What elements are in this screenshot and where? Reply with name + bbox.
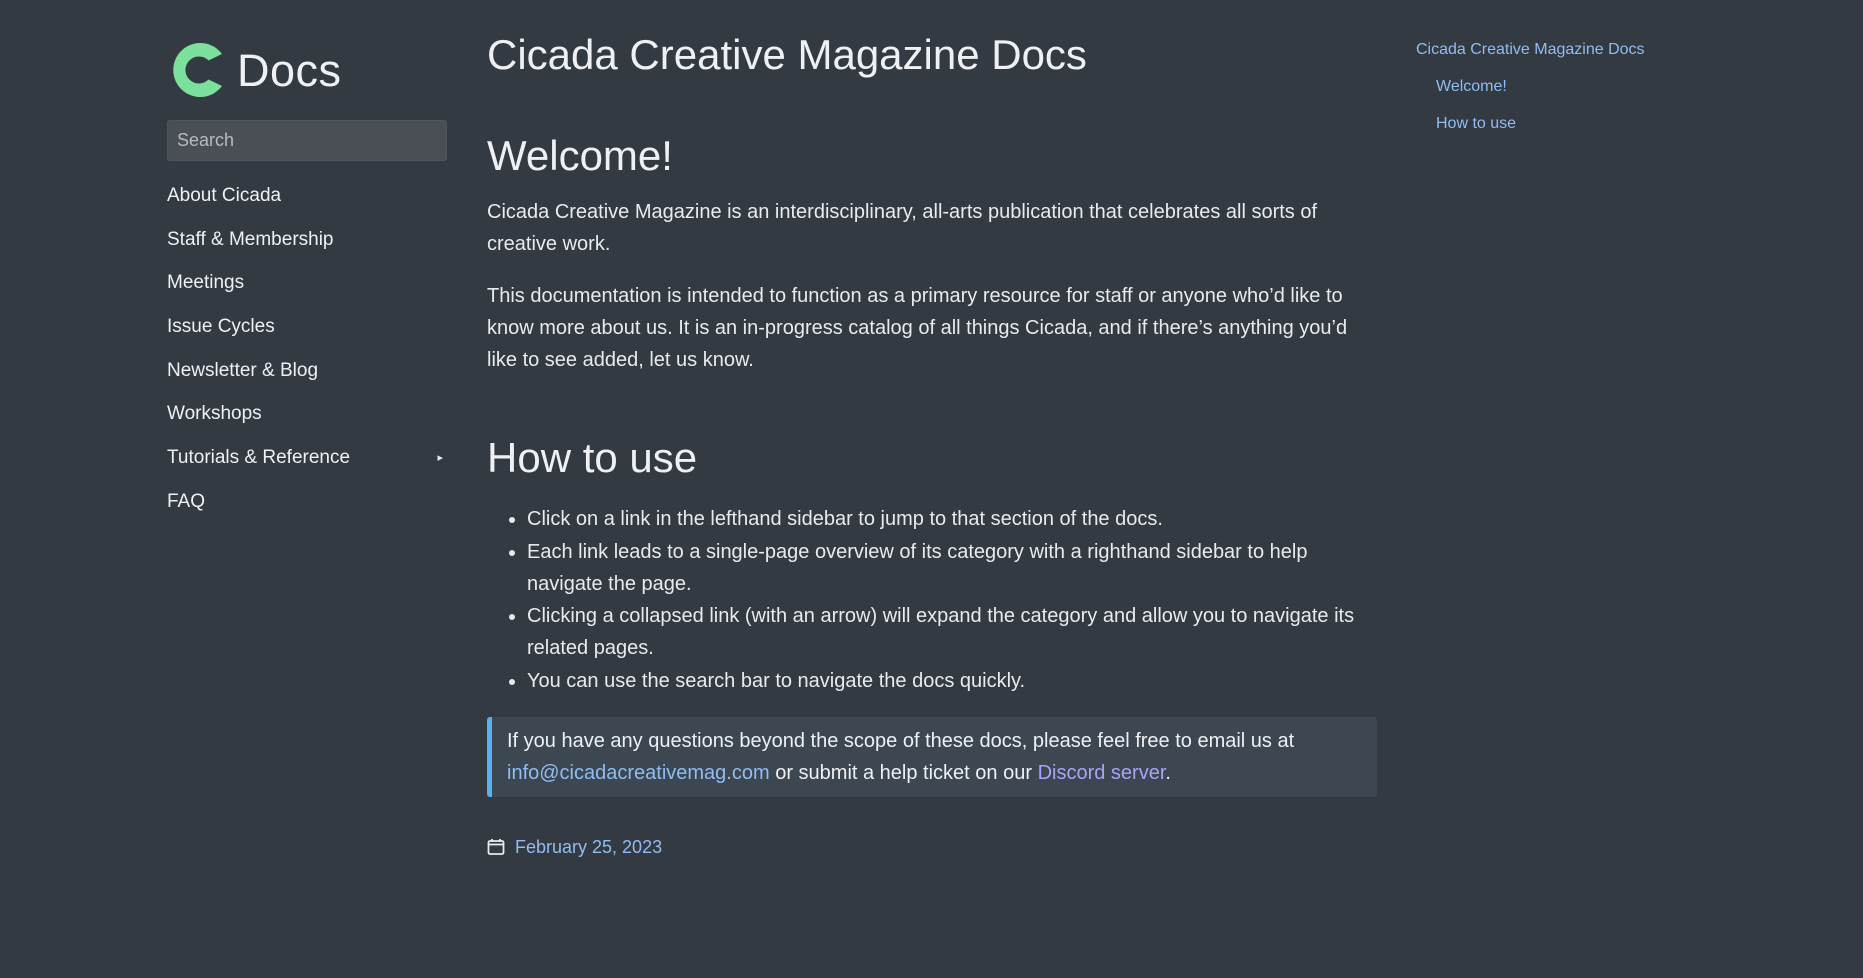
sidebar-item-meetings[interactable]: Meetings	[167, 261, 447, 305]
email-link[interactable]: info@cicadacreativemag.com	[507, 762, 770, 784]
sidebar-item-label: Newsletter & Blog	[167, 359, 319, 381]
how-to-use-heading: How to use	[487, 433, 698, 481]
date-text: February 25, 2023	[515, 836, 663, 857]
help-callout: If you have any questions beyond the sco…	[487, 716, 1377, 797]
callout-text-after: .	[1165, 761, 1171, 784]
page-title: Cicada Creative Magazine Docs	[487, 31, 1087, 78]
list-item: You can use the search bar to navigate t…	[527, 665, 1377, 697]
brand[interactable]: Docs	[167, 38, 447, 102]
sidebar-item-about-cicada[interactable]: About Cicada	[167, 174, 447, 218]
sidebar-item-label: Tutorials & Reference	[167, 446, 351, 468]
main-content: Cicada Creative Magazine Docs Welcome! C…	[487, 30, 1377, 858]
brand-title[interactable]: Docs	[237, 48, 342, 93]
sidebar-item-issue-cycles[interactable]: Issue Cycles	[167, 305, 447, 349]
expand-caret-icon[interactable]: ▸	[437, 451, 443, 464]
list-item: Clicking a collapsed link (with an arrow…	[527, 600, 1377, 664]
discord-server-link[interactable]: Discord server	[1038, 762, 1166, 784]
sidebar-item-label: Staff & Membership	[167, 228, 334, 250]
search-input[interactable]	[167, 120, 447, 161]
calendar-icon	[487, 839, 505, 856]
list-item: Each link leads to a single-page overvie…	[527, 536, 1377, 600]
welcome-heading: Welcome!	[487, 132, 673, 180]
callout-text-middle: or submit a help ticket on our	[769, 761, 1038, 784]
sidebar-item-label: Issue Cycles	[167, 315, 275, 337]
how-to-use-list: Click on a link in the lefthand sidebar …	[487, 503, 1377, 697]
welcome-paragraph-2: This documentation is intended to functi…	[487, 284, 1348, 371]
sidebar-item-faq[interactable]: FAQ	[167, 480, 447, 524]
sidebar-item-newsletter-blog[interactable]: Newsletter & Blog	[167, 349, 447, 393]
left-sidebar: Docs About Cicada Staff & Membership Mee…	[167, 38, 447, 524]
welcome-paragraph-1: Cicada Creative Magazine is an interdisc…	[487, 200, 1318, 255]
sidebar-item-tutorials-reference[interactable]: Tutorials & Reference ▸	[167, 436, 447, 480]
cicada-logo-icon[interactable]	[167, 39, 229, 101]
table-of-contents: Cicada Creative Magazine Docs Welcome! H…	[1416, 40, 1716, 151]
list-item: Click on a link in the lefthand sidebar …	[527, 503, 1377, 535]
sidebar-item-workshops[interactable]: Workshops	[167, 392, 447, 436]
toc-link-how-to-use[interactable]: How to use	[1416, 114, 1716, 134]
sidebar-item-label: About Cicada	[167, 184, 282, 206]
sidebar-item-label: Workshops	[167, 403, 262, 425]
sidebar-item-label: Meetings	[167, 272, 245, 294]
sidebar-item-staff-membership[interactable]: Staff & Membership	[167, 218, 447, 262]
toc-link-welcome[interactable]: Welcome!	[1416, 77, 1716, 97]
callout-text-before: If you have any questions beyond the sco…	[507, 729, 1295, 752]
sidebar-nav: About Cicada Staff & Membership Meetings…	[167, 174, 447, 524]
toc-link-page-title[interactable]: Cicada Creative Magazine Docs	[1416, 40, 1716, 60]
last-updated: February 25, 2023	[487, 837, 1377, 858]
sidebar-item-label: FAQ	[167, 490, 206, 512]
